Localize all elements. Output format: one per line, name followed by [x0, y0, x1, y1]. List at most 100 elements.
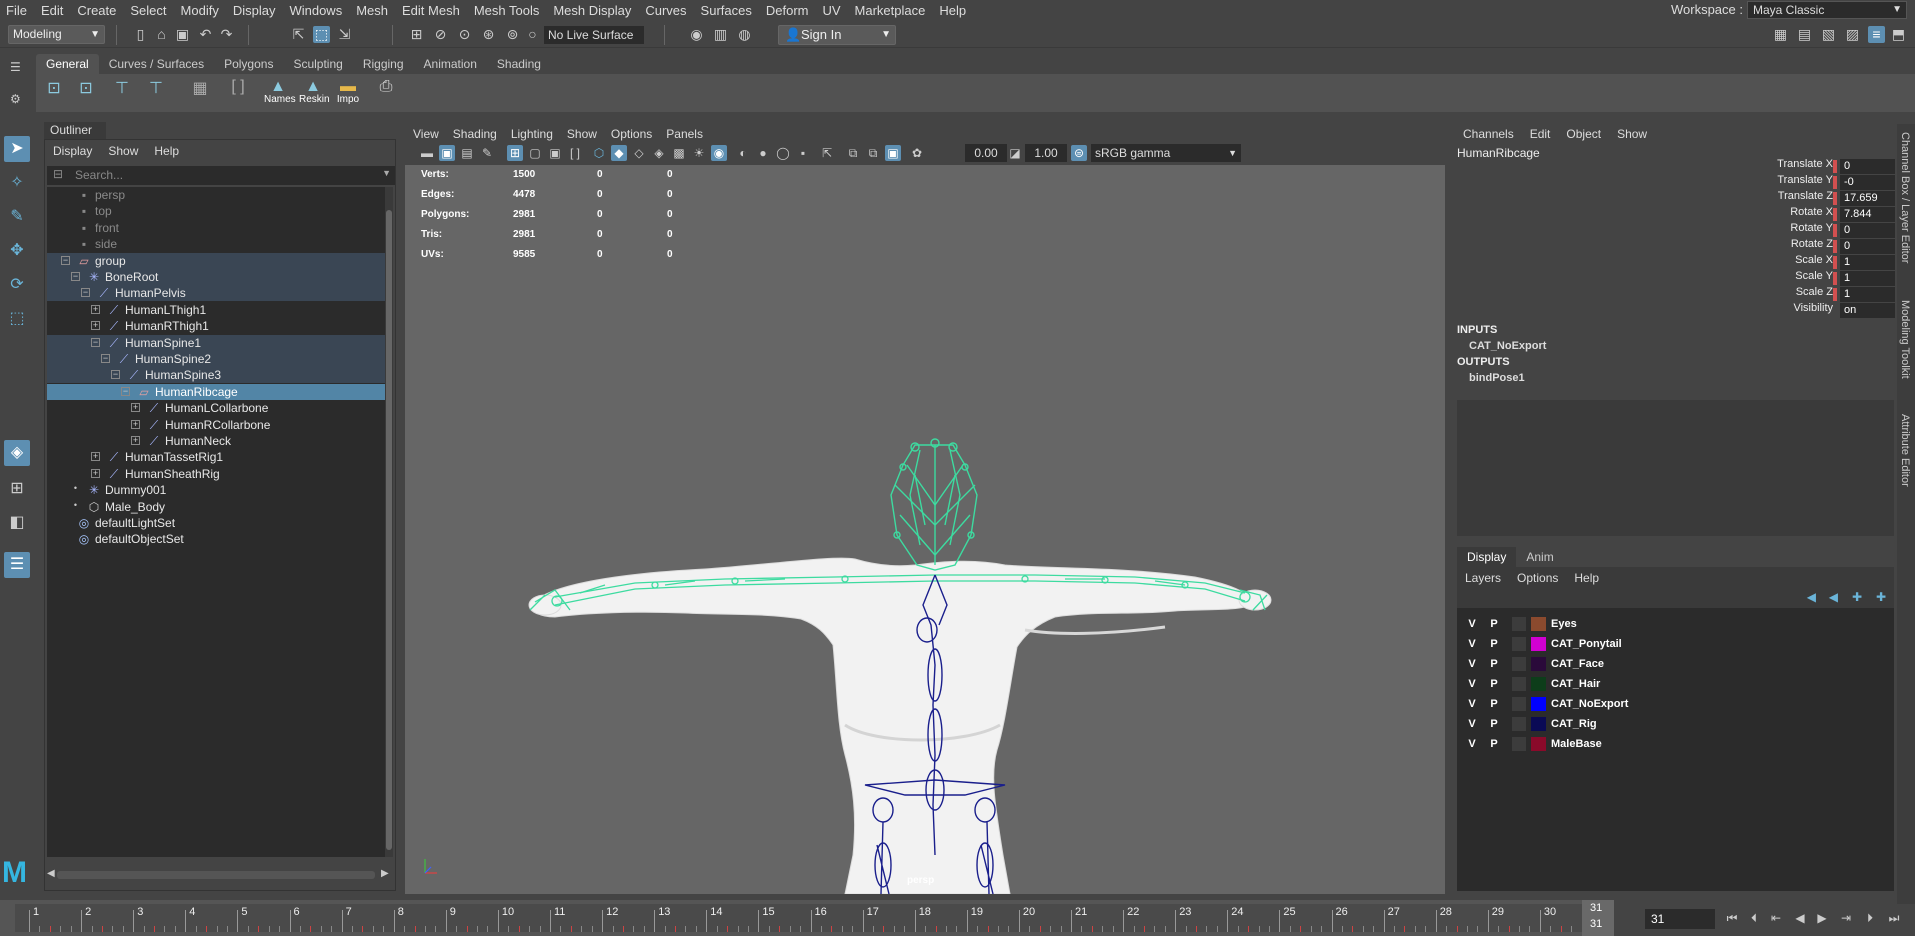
layer-row[interactable]: V P CAT_Rig	[1457, 714, 1894, 734]
viewport-menu-show[interactable]: Show	[567, 127, 597, 141]
expand-icon[interactable]: +	[91, 321, 100, 331]
outliner-tab[interactable]: Outliner	[44, 122, 106, 139]
select-component-icon[interactable]: ⇲	[336, 26, 353, 43]
gamma-field[interactable]: 1.00	[1025, 144, 1067, 162]
outliner-item[interactable]: + ⟋ HumanRThigh1	[47, 318, 385, 334]
outliner-item[interactable]: ▪ top	[47, 203, 385, 219]
layer-row[interactable]: V P CAT_Hair	[1457, 674, 1894, 694]
layer-playback-toggle[interactable]: P	[1485, 614, 1503, 634]
snap-surface-icon[interactable]: ⊚	[504, 26, 521, 43]
channel-box-menu-edit[interactable]: Edit	[1530, 127, 1551, 141]
attribute-value-field[interactable]: on	[1840, 303, 1895, 318]
open-scene-icon[interactable]: ⌂	[153, 26, 170, 43]
attribute-value-field[interactable]: 0	[1840, 159, 1895, 174]
shelf-settings-icon[interactable]: ⚙	[10, 92, 28, 106]
channel-attribute[interactable]: Translate Y -0	[1745, 174, 1895, 190]
attribute-value-field[interactable]: 0	[1840, 239, 1895, 254]
collapse-icon[interactable]: •	[71, 484, 80, 494]
wireframe-icon[interactable]: ⬡	[591, 145, 607, 161]
attribute-value-field[interactable]: 0	[1840, 223, 1895, 238]
channel-attribute[interactable]: Scale Z 1	[1745, 286, 1895, 302]
attribute-value-field[interactable]: 1	[1840, 271, 1895, 286]
outliner-item[interactable]: + ⟋ HumanNeck	[47, 433, 385, 449]
shelf-tab-shading[interactable]: Shading	[487, 54, 551, 74]
outliner-item[interactable]: + ⟋ HumanLCollarbone	[47, 400, 385, 416]
outliner-menu-display[interactable]: Display	[53, 144, 92, 158]
shelf-script-icon[interactable]: ⎙	[372, 78, 400, 108]
xray-icon[interactable]: ⇱	[819, 145, 835, 161]
layer-color-swatch[interactable]	[1531, 677, 1546, 691]
collapse-icon[interactable]: −	[101, 354, 110, 363]
snap-view-icon[interactable]: ⊛	[480, 26, 497, 43]
menu-curves[interactable]: Curves	[639, 3, 694, 18]
layer-color-swatch[interactable]	[1531, 697, 1546, 711]
viewport[interactable]: Verts: 1500 0 0 Edges: 4478 0 0 Polygons: 2981 0 0 T…	[405, 165, 1445, 894]
time-slider-track[interactable]: 1 2 3 4 5 6 7 8 9 10 11 12 13 14 15 16 17 18 19 20 21 22 23 24 2…	[15, 904, 1593, 932]
screen-space-ao-icon[interactable]: ◉	[711, 145, 727, 161]
menu-file[interactable]: File	[0, 3, 35, 18]
isolate-select-icon[interactable]: ▪	[795, 145, 811, 161]
exposure-icon[interactable]: ✿	[909, 145, 925, 161]
step-forward-key-icon[interactable]: ⇥	[1838, 910, 1854, 926]
four-view-layout-icon[interactable]: ⊞	[4, 476, 30, 502]
attribute-name[interactable]: Translate Z	[1778, 190, 1833, 202]
move-tool-icon[interactable]: ✥	[4, 238, 30, 264]
outliner-item[interactable]: ◎ defaultObjectSet	[47, 531, 385, 547]
move-layer-up-icon[interactable]: ◀	[1807, 590, 1816, 604]
layer-display-type-toggle[interactable]	[1512, 617, 1526, 631]
collapse-icon[interactable]: −	[61, 255, 70, 265]
toggle-outliner-icon[interactable]: ⬒	[1890, 26, 1907, 43]
collapse-icon[interactable]: −	[71, 272, 80, 281]
single-perspective-layout-icon[interactable]: ◈	[4, 440, 30, 466]
time-slider[interactable]: 1 2 3 4 5 6 7 8 9 10 11 12 13 14 15 16 17 18 19 20 21 22 23 24 2…	[0, 900, 1614, 936]
toggle-tool-settings-icon[interactable]: ▧	[1820, 26, 1837, 43]
layer-visibility-toggle[interactable]: V	[1463, 694, 1481, 714]
wireframe-on-shaded-icon[interactable]: ◇	[631, 145, 647, 161]
layer-row[interactable]: V P MaleBase	[1457, 734, 1894, 754]
collapse-icon[interactable]: −	[111, 370, 120, 380]
layer-row[interactable]: V P CAT_NoExport	[1457, 694, 1894, 714]
channel-attribute[interactable]: Translate Z 17.659	[1745, 190, 1895, 206]
snap-point-icon[interactable]: ⊙	[456, 26, 473, 43]
attribute-name[interactable]: Scale Z	[1796, 286, 1833, 298]
use-all-lights-icon[interactable]: ▩	[671, 145, 687, 161]
outputs-header[interactable]: OUTPUTS	[1457, 356, 1510, 368]
menu-display[interactable]: Display	[227, 3, 284, 18]
persp-outliner-layout-icon[interactable]: ◧	[4, 510, 30, 536]
viewport-menu-view[interactable]: View	[413, 127, 439, 141]
modeling-toolkit-tab[interactable]: Modeling Toolkit	[1899, 300, 1911, 379]
channel-box-menu-object[interactable]: Object	[1566, 127, 1601, 141]
layer-menu-options[interactable]: Options	[1517, 571, 1558, 585]
layer-row[interactable]: V P Eyes	[1457, 614, 1894, 634]
channel-attribute[interactable]: Rotate Z 0	[1745, 238, 1895, 254]
layer-tab-anim[interactable]: Anim	[1516, 547, 1563, 567]
current-frame-field[interactable]: 31	[1645, 909, 1715, 929]
layer-visibility-toggle[interactable]: V	[1463, 614, 1481, 634]
collapse-icon[interactable]: −	[91, 337, 100, 347]
shelf-tab-animation[interactable]: Animation	[414, 54, 487, 74]
step-back-key-icon[interactable]: ⇤	[1768, 910, 1784, 926]
attribute-editor-tab[interactable]: Attribute Editor	[1899, 414, 1911, 487]
menu-mesh[interactable]: Mesh	[350, 3, 396, 18]
outliner-item[interactable]: + ⟋ HumanLThigh1	[47, 302, 385, 318]
rotate-tool-icon[interactable]: ⟳	[4, 272, 30, 298]
step-forward-frame-icon[interactable]: ⏵	[1862, 910, 1878, 926]
vertical-scroll-thumb[interactable]	[386, 210, 392, 850]
shelf-ik-handle-icon[interactable]: ⊡	[72, 78, 100, 108]
layer-color-swatch[interactable]	[1531, 637, 1546, 651]
depth-of-field-icon[interactable]: ◯	[775, 145, 791, 161]
menu-mesh-display[interactable]: Mesh Display	[547, 3, 639, 18]
layer-row[interactable]: V P CAT_Face	[1457, 654, 1894, 674]
lasso-tool-icon[interactable]: ✧	[4, 170, 30, 196]
exposure-field[interactable]: 0.00	[965, 144, 1007, 162]
grid-icon[interactable]: ⊞	[507, 145, 523, 161]
outliner-item[interactable]: − ⟋ HumanPelvis	[47, 285, 385, 302]
viewport-menu-options[interactable]: Options	[611, 127, 652, 141]
outliner-search-input[interactable]: ⊟ Search... ▼	[47, 166, 395, 185]
attribute-name[interactable]: Rotate Y	[1790, 222, 1833, 234]
viewport-menu-panels[interactable]: Panels	[666, 127, 703, 141]
menu-create[interactable]: Create	[71, 3, 124, 18]
attribute-name[interactable]: Visibility	[1793, 302, 1833, 314]
menu-mesh-tools[interactable]: Mesh Tools	[468, 3, 548, 18]
layer-row[interactable]: V P CAT_Ponytail	[1457, 634, 1894, 654]
